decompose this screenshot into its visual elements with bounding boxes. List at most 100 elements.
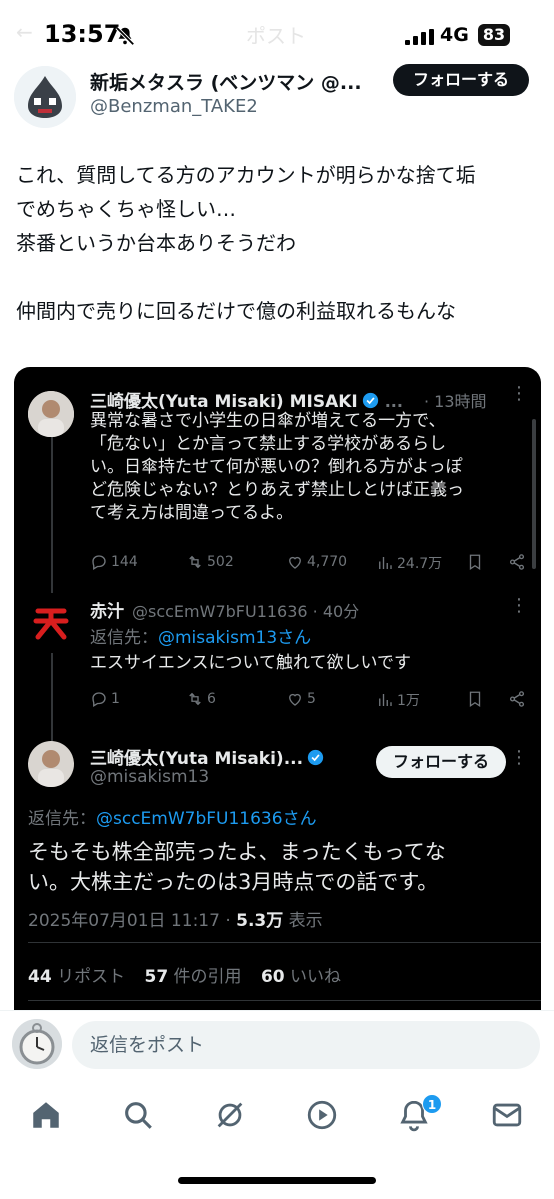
red-kanji-avatar-icon <box>28 599 74 645</box>
name-ellipsis: ... <box>384 392 403 411</box>
reply-button[interactable]: 144 <box>90 553 138 571</box>
avatar <box>28 599 74 645</box>
post-line <box>16 260 546 294</box>
tweet-author-name: 三崎優太(Yuta Misaki) MISAKI ... <box>90 392 403 412</box>
post-line: でめちゃくちゃ怪しい… <box>16 197 236 221</box>
play-icon <box>307 1100 337 1130</box>
views-count: 5.3万 <box>236 911 284 931</box>
divider <box>28 942 541 943</box>
person-avatar-icon <box>28 391 74 437</box>
share-icon <box>509 691 525 707</box>
views-icon <box>379 694 392 706</box>
bookmark-button[interactable] <box>466 553 484 571</box>
tab-grok[interactable] <box>213 1098 247 1132</box>
tweet-line: ど危険じゃない？とりあえず禁止しとけば正義っ <box>90 480 464 500</box>
more-options-icon[interactable]: ⋮ <box>510 383 528 404</box>
repost-icon <box>189 555 201 569</box>
reply-context: 返信先：@sccEmW7bFU11636さん <box>28 804 317 829</box>
tab-search[interactable] <box>121 1098 155 1132</box>
tweet-author-name: 三崎優太(Yuta Misaki)... <box>90 744 324 769</box>
repost-count: 502 <box>207 554 234 570</box>
heart-icon <box>289 556 301 569</box>
tweet-line: い。日傘持たせて何が悪いの？倒れる方がよっぽ <box>90 457 463 477</box>
repost-label[interactable]: リポスト <box>52 967 125 987</box>
share-button[interactable] <box>508 690 526 708</box>
tweet-line: そもそも株全部売ったよ、まったくもってな <box>28 840 446 864</box>
avatar[interactable] <box>12 1019 62 1069</box>
repost-button[interactable]: 502 <box>186 553 234 571</box>
follow-button[interactable]: フォローする <box>393 64 529 96</box>
tweet-timestamp: 2025年07月01日 11:17 · 5.3万 表示 <box>28 906 323 931</box>
grok-icon <box>217 1102 243 1128</box>
views-count: 1万 <box>397 693 420 709</box>
avatar <box>28 391 74 437</box>
reply-to-link[interactable]: @misakism13さん <box>158 628 311 648</box>
tweet-author-name: 赤汁 <box>90 602 124 622</box>
views-label: 表示 <box>283 911 323 931</box>
home-indicator[interactable] <box>178 1177 376 1184</box>
like-count: 5 <box>307 691 316 707</box>
quote-count[interactable]: 57 <box>144 967 168 987</box>
quote-label[interactable]: 件の引用 <box>168 967 242 987</box>
bell-muted-icon <box>115 26 135 46</box>
tweet-line: エスサイエンスについて触れて欲しいです <box>90 653 411 673</box>
post-line: 仲間内で売りに回るだけで億の利益取れるもんな <box>16 299 456 323</box>
tweet-actions: 1 6 5 1万 <box>90 690 530 714</box>
author-name[interactable]: 新垢メタスラ (ベンツマン @... <box>90 68 380 95</box>
tweet-text: エスサイエンスについて触れて欲しいです <box>90 652 411 675</box>
tweet-text: 異常な暑さで小学生の日傘が増えてる一方で、 「危ない」とか言って禁止する学校があ… <box>90 410 464 525</box>
like-label[interactable]: いいね <box>285 967 341 987</box>
more-options-icon[interactable]: ⋮ <box>510 595 528 616</box>
author-handle[interactable]: @Benzman_TAKE2 <box>90 96 258 117</box>
reply-input[interactable]: 返信をポスト <box>72 1021 540 1069</box>
network-label: 4G <box>440 24 469 46</box>
tweet-line: 「危ない」とか言って禁止する学校があるらし <box>90 434 447 454</box>
notification-badge: 1 <box>422 1094 442 1114</box>
views-button[interactable]: 1万 <box>376 690 420 710</box>
reply-count: 144 <box>111 554 138 570</box>
tab-messages[interactable] <box>490 1098 524 1132</box>
views-count: 24.7万 <box>397 556 443 572</box>
tweet-line: 異常な暑さで小学生の日傘が増えてる一方で、 <box>90 411 446 431</box>
like-button[interactable]: 4,770 <box>286 553 347 571</box>
reply-prefix: 返信先： <box>28 809 96 829</box>
share-button[interactable] <box>508 553 526 571</box>
reply-context: 返信先：@misakism13さん <box>90 623 311 648</box>
post-line: これ、質問してる方のアカウントが明らかな捨て垢 <box>16 163 476 187</box>
tweet-actions: 144 502 4,770 24.7万 <box>90 553 530 577</box>
heart-icon <box>289 693 301 706</box>
status-time: 13:57 <box>44 20 121 48</box>
signal-icon <box>405 29 434 45</box>
reply-to-link[interactable]: @sccEmW7bFU11636さん <box>96 809 317 829</box>
like-count[interactable]: 60 <box>261 967 285 987</box>
tweet-line: い。大株主だったのは3月時点での話です。 <box>28 870 439 894</box>
tweet-handle: @misakism13 <box>90 767 210 787</box>
thread-line <box>51 423 53 593</box>
post-line: 茶番というか台本ありそうだわ <box>16 231 296 255</box>
tab-video[interactable] <box>305 1098 339 1132</box>
reply-button[interactable]: 1 <box>90 690 120 708</box>
bookmark-button[interactable] <box>466 690 484 708</box>
like-count: 4,770 <box>307 554 348 570</box>
post-text: これ、質問してる方のアカウントが明らかな捨て垢 でめちゃくちゃ怪しい… 茶番とい… <box>16 158 546 328</box>
reply-icon <box>92 692 106 707</box>
follow-button[interactable]: フォローする <box>376 746 506 778</box>
views-button[interactable]: 24.7万 <box>376 553 442 573</box>
avatar[interactable] <box>14 66 76 128</box>
embedded-screenshot[interactable]: 三崎優太(Yuta Misaki) MISAKI ... · 13時間 ⋮ 異常… <box>14 367 541 1027</box>
more-options-icon[interactable]: ⋮ <box>510 747 528 768</box>
tweet-time: · 13時間 <box>424 392 487 411</box>
reply-icon <box>92 555 106 570</box>
reply-bar: 返信をポスト <box>0 1010 554 1082</box>
repost-button[interactable]: 6 <box>186 690 216 708</box>
bookmark-icon <box>469 691 481 708</box>
back-arrow-icon[interactable]: ← <box>16 20 33 44</box>
tab-home[interactable] <box>29 1098 63 1132</box>
reply-count: 1 <box>111 691 120 707</box>
like-button[interactable]: 5 <box>286 690 316 708</box>
engagement-stats: 44 リポスト 57 件の引用 60 いいね <box>28 962 341 987</box>
scrollbar <box>532 419 536 569</box>
views-icon <box>379 557 392 569</box>
mail-icon <box>492 1103 522 1127</box>
repost-count[interactable]: 44 <box>28 967 52 987</box>
